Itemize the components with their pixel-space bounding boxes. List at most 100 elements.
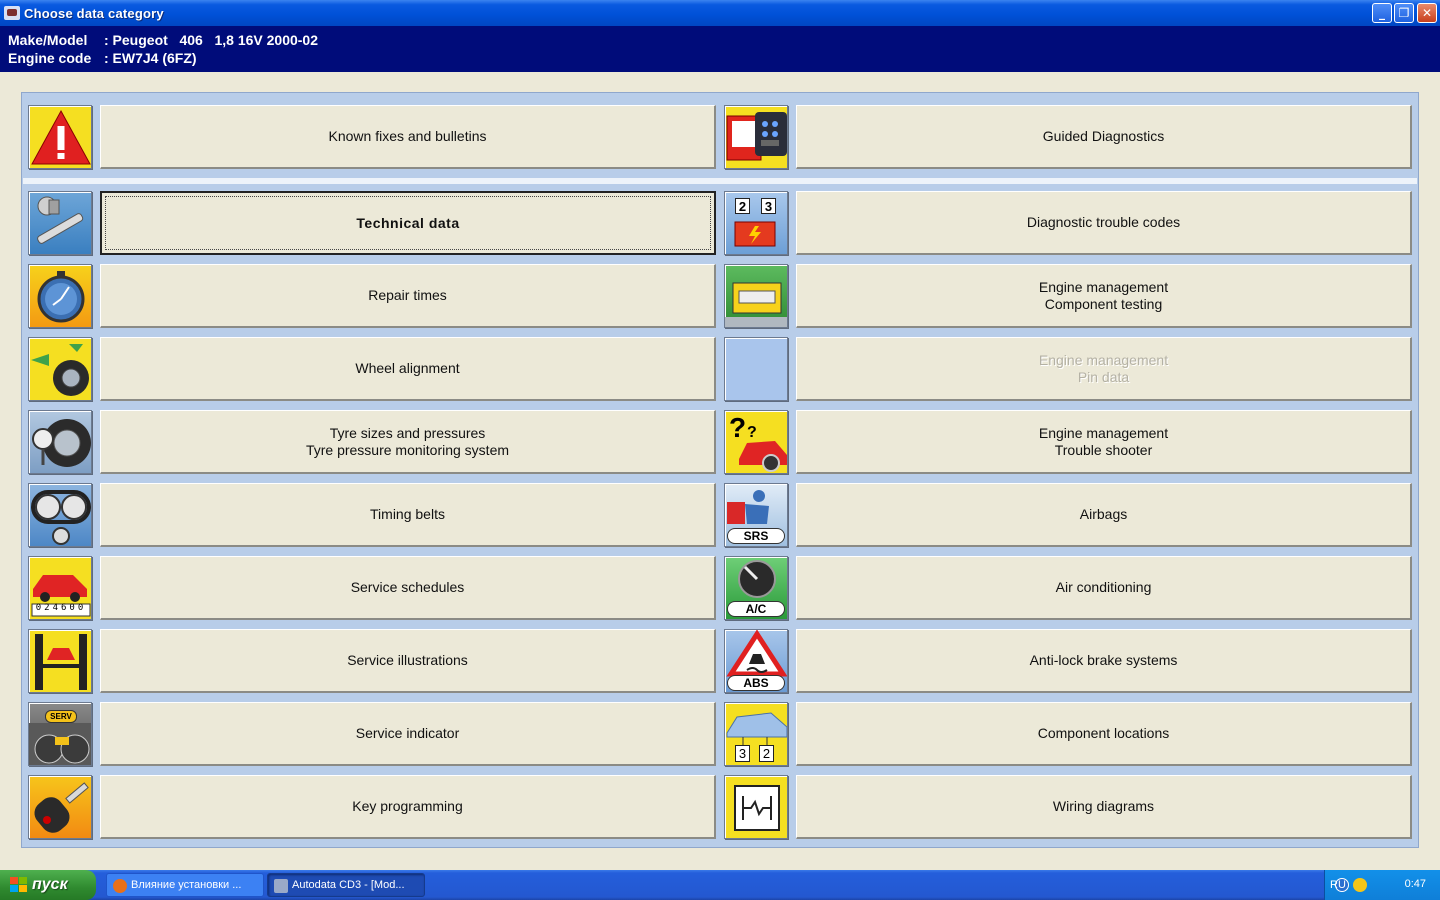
close-button[interactable]: ✕	[1417, 3, 1437, 23]
timing-belts-label: Timing belts	[370, 506, 445, 522]
service-indicator-label: Service indicator	[355, 725, 460, 741]
window-title: Choose data category	[24, 5, 164, 21]
divider	[23, 178, 1417, 184]
serv-badge: SERV	[45, 710, 77, 723]
known-fixes-button[interactable]: Known fixes and bulletins	[100, 105, 716, 169]
air-conditioning-label: Air conditioning	[1055, 579, 1152, 595]
repair-times-label: Repair times	[368, 287, 447, 303]
abs-badge: ABS	[727, 675, 785, 691]
stopwatch-icon[interactable]	[28, 264, 92, 328]
engine-code-row: Engine code : EW7J4 (6FZ)	[8, 50, 197, 66]
component-testing-label: Component testing	[1044, 295, 1163, 312]
blank-icon	[724, 337, 788, 401]
service-illustrations-label: Service illustrations	[347, 652, 468, 668]
service-illustrations-button[interactable]: Service illustrations	[100, 629, 716, 693]
key-programming-label: Key programming	[352, 798, 463, 814]
taskbar-item-autodata[interactable]: Autodata CD3 - [Mod...	[267, 873, 425, 897]
title-bar: Choose data category _ ❐ ✕	[0, 0, 1440, 26]
taskbar-item-label: Autodata CD3 - [Mod...	[292, 879, 405, 891]
svg-text:?: ?	[729, 412, 746, 443]
wiring-diagrams-button[interactable]: Wiring diagrams	[796, 775, 1412, 839]
wiring-diagrams-label: Wiring diagrams	[1052, 798, 1155, 814]
air-conditioning-button[interactable]: Air conditioning	[796, 556, 1412, 620]
abs-label: Anti-lock brake systems	[1029, 652, 1178, 668]
autodata-icon	[274, 879, 288, 893]
taskbar-item-browser[interactable]: Влияние установки ...	[106, 873, 264, 897]
app-icon[interactable]	[4, 6, 20, 20]
service-indicator-button[interactable]: Service indicator	[100, 702, 716, 766]
service-schedules-label: Service schedules	[350, 579, 465, 595]
timing-belt-icon[interactable]	[28, 483, 92, 547]
windows-flag-icon	[10, 877, 27, 892]
warning-triangle-icon[interactable]	[28, 105, 92, 169]
trouble-codes-icon[interactable]: 2 3	[724, 191, 788, 255]
taskbar-item-label: Влияние установки ...	[131, 879, 242, 891]
make-model-label: Make/Model	[8, 32, 88, 48]
code-right: 3	[761, 198, 776, 214]
engine-management-label-1: Engine management	[1038, 278, 1169, 295]
minimize-button[interactable]: _	[1372, 3, 1392, 23]
component-locations-label: Component locations	[1037, 725, 1170, 741]
airbags-button[interactable]: Airbags	[796, 483, 1412, 547]
vehicle-info-header: Make/Model : Peugeot 406 1,8 16V 2000-02…	[0, 26, 1440, 72]
focus-rectangle	[105, 196, 711, 250]
technical-data-button[interactable]: Technical data	[100, 191, 716, 255]
tyre-sizes-button[interactable]: Tyre sizes and pressures Tyre pressure m…	[100, 410, 716, 474]
trouble-codes-button[interactable]: Diagnostic trouble codes	[796, 191, 1412, 255]
clock: 0:47	[1404, 878, 1426, 890]
car-lift-icon[interactable]	[28, 629, 92, 693]
abs-warning-icon[interactable]: ABS	[724, 629, 788, 693]
known-fixes-label: Known fixes and bulletins	[328, 128, 487, 144]
diagnostic-tool-icon[interactable]	[724, 105, 788, 169]
guided-diagnostics-button[interactable]: Guided Diagnostics	[796, 105, 1412, 169]
engine-component-testing-button[interactable]: Engine management Component testing	[796, 264, 1412, 328]
engine-pin-data-button: Engine management Pin data	[796, 337, 1412, 401]
component-location-icon[interactable]: 3 2	[724, 702, 788, 766]
start-button[interactable]: пуск	[0, 870, 96, 900]
wrench-icon[interactable]	[28, 191, 92, 255]
trouble-shooter-label: Trouble shooter	[1054, 441, 1153, 458]
ecu-component-icon[interactable]	[724, 264, 788, 328]
svg-text:?: ?	[747, 424, 757, 441]
ac-badge: A/C	[727, 601, 785, 617]
wheel-alignment-icon[interactable]	[28, 337, 92, 401]
tyre-monitoring-label: Tyre pressure monitoring system	[305, 441, 510, 458]
guided-diagnostics-label: Guided Diagnostics	[1042, 128, 1165, 144]
code-left: 2	[735, 198, 750, 214]
make-model-row: Make/Model : Peugeot 406 1,8 16V 2000-02	[8, 32, 318, 48]
car-odometer-icon[interactable]: 024600	[28, 556, 92, 620]
component-locations-button[interactable]: Component locations	[796, 702, 1412, 766]
abs-button[interactable]: Anti-lock brake systems	[796, 629, 1412, 693]
wheel-alignment-button[interactable]: Wheel alignment	[100, 337, 716, 401]
tyre-sizes-label: Tyre sizes and pressures	[329, 424, 486, 441]
start-label: пуск	[32, 876, 68, 893]
trouble-codes-label: Diagnostic trouble codes	[1026, 214, 1181, 230]
car-key-icon[interactable]	[28, 775, 92, 839]
serv-dashboard-icon[interactable]: SERV	[28, 702, 92, 766]
service-schedules-button[interactable]: Service schedules	[100, 556, 716, 620]
taskbar: пуск Влияние установки ... Autodata CD3 …	[0, 870, 1440, 900]
key-programming-button[interactable]: Key programming	[100, 775, 716, 839]
engine-trouble-shooter-button[interactable]: Engine management Trouble shooter	[796, 410, 1412, 474]
airbags-label: Airbags	[1079, 506, 1128, 522]
srs-airbag-icon[interactable]: SRS	[724, 483, 788, 547]
browser-icon	[113, 879, 127, 893]
engine-management-label-3: Engine management	[1038, 424, 1169, 441]
make-model-value: : Peugeot 406 1,8 16V 2000-02	[104, 32, 319, 48]
yandex-icon[interactable]	[1353, 878, 1367, 892]
repair-times-button[interactable]: Repair times	[100, 264, 716, 328]
engine-management-label-2: Engine management	[1038, 351, 1169, 368]
language-indicator[interactable]: RU	[1330, 879, 1346, 891]
wiring-diagram-icon[interactable]	[724, 775, 788, 839]
wheel-alignment-label: Wheel alignment	[355, 360, 460, 376]
tyre-gauge-icon[interactable]	[28, 410, 92, 474]
srs-badge: SRS	[727, 528, 785, 544]
odometer-readout: 024600	[35, 603, 87, 613]
engine-code-value: : EW7J4 (6FZ)	[104, 50, 197, 66]
question-car-icon[interactable]: ??	[724, 410, 788, 474]
location-code-right: 2	[759, 745, 774, 762]
pin-data-label: Pin data	[1077, 368, 1130, 385]
ac-dial-icon[interactable]: A/C	[724, 556, 788, 620]
timing-belts-button[interactable]: Timing belts	[100, 483, 716, 547]
maximize-button[interactable]: ❐	[1394, 3, 1414, 23]
